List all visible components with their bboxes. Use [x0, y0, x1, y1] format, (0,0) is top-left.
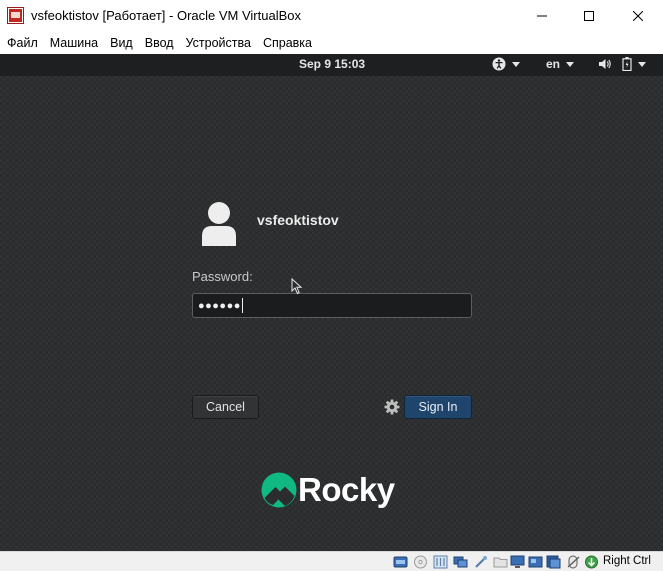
language-menu[interactable]: en: [546, 57, 575, 71]
mouse-pointer-icon: [291, 278, 303, 295]
volume-icon: [599, 59, 611, 69]
menu-file[interactable]: Файл: [7, 36, 38, 50]
password-label: Password:: [192, 269, 253, 284]
window-title: vsfeoktistov [Работает] - Oracle VM Virt…: [31, 8, 301, 23]
chevron-down-icon: [512, 61, 520, 67]
virtualbox-statusbar: Right Ctrl: [0, 551, 663, 571]
chevron-down-icon: [638, 61, 646, 67]
shared-folders-icon[interactable]: [493, 555, 508, 569]
password-masked-value: ●●●●●●: [198, 299, 241, 312]
menu-machine[interactable]: Машина: [50, 36, 98, 50]
audio-icon[interactable]: [433, 555, 448, 569]
battery-icon: [622, 57, 632, 71]
maximize-icon: [584, 11, 594, 21]
menu-help[interactable]: Справка: [263, 36, 312, 50]
menu-devices[interactable]: Устройства: [186, 36, 251, 50]
recording-icon[interactable]: [546, 555, 561, 569]
minimize-icon: [537, 15, 547, 17]
usb-icon[interactable]: [473, 555, 488, 569]
maximize-button[interactable]: [566, 0, 612, 32]
gnome-top-bar: Sep 9 15:03 en: [0, 54, 663, 76]
cancel-button[interactable]: Cancel: [192, 395, 259, 419]
host-key-label: Right Ctrl: [603, 555, 651, 567]
menu-input[interactable]: Ввод: [145, 36, 174, 50]
username-label: vsfeoktistov: [257, 212, 339, 228]
sign-in-button[interactable]: Sign In: [404, 395, 472, 419]
keyboard-capture-icon[interactable]: [584, 555, 599, 569]
user-avatar-icon: [202, 202, 236, 246]
rocky-logo-icon: [261, 472, 297, 508]
minimize-button[interactable]: [519, 0, 565, 32]
system-menu[interactable]: [598, 57, 646, 71]
window-titlebar: vsfeoktistov [Работает] - Oracle VM Virt…: [0, 0, 663, 32]
display-icon[interactable]: [510, 555, 525, 569]
clock[interactable]: Sep 9 15:03: [299, 57, 365, 71]
menu-view[interactable]: Вид: [110, 36, 133, 50]
text-cursor: [241, 298, 243, 313]
accessibility-menu[interactable]: [492, 57, 520, 71]
gear-icon[interactable]: [384, 399, 400, 415]
close-button[interactable]: [613, 0, 663, 32]
rocky-wordmark: Rocky: [298, 471, 395, 508]
menubar: Файл Машина Вид Ввод Устройства Справка: [0, 32, 663, 54]
network-icon[interactable]: [453, 555, 468, 569]
language-indicator: en: [546, 57, 561, 71]
mouse-integration-icon[interactable]: [566, 555, 581, 569]
vm-display[interactable]: Sep 9 15:03 en vsfeoktistov Password: ●●…: [0, 54, 663, 551]
accessibility-icon: [492, 57, 506, 71]
optical-drive-icon[interactable]: [413, 555, 428, 569]
password-input[interactable]: ●●●●●●: [192, 293, 472, 318]
hard-disk-icon[interactable]: [393, 555, 408, 569]
capture-icon[interactable]: [528, 555, 543, 569]
virtualbox-app-icon[interactable]: [7, 7, 24, 24]
chevron-down-icon: [566, 61, 575, 67]
close-icon: [633, 11, 643, 21]
